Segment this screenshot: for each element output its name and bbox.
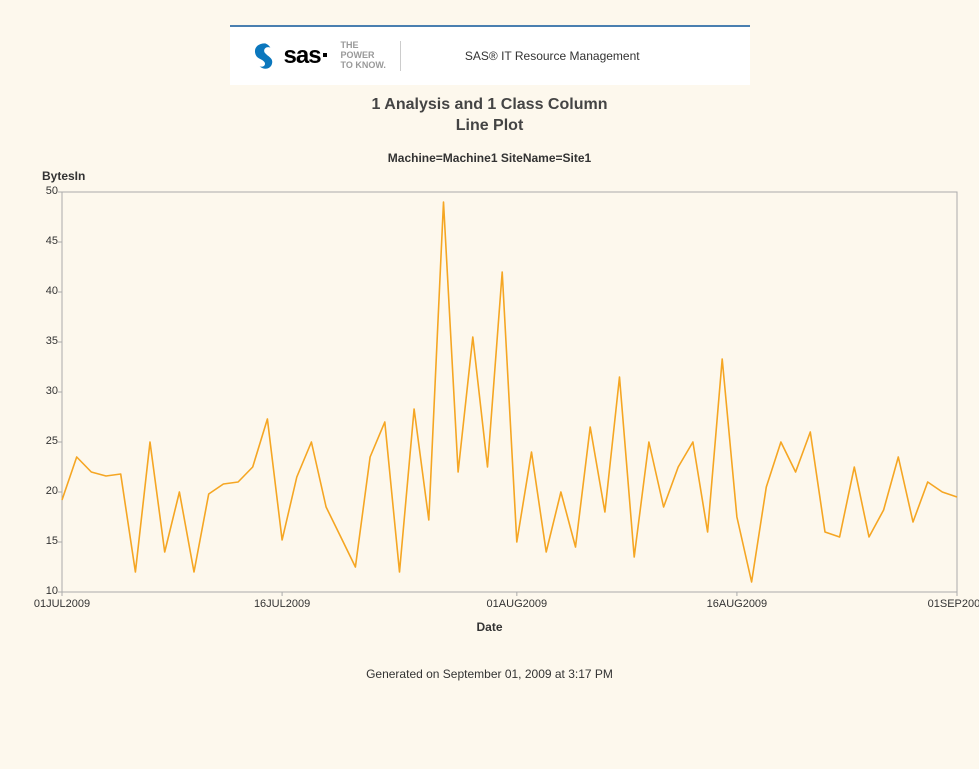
sas-wordmark: sas — [284, 42, 321, 70]
sas-tagline: THE POWER TO KNOW. — [341, 41, 386, 71]
y-axis-label: BytesIn — [42, 169, 85, 183]
sas-logo-block: sas THE POWER TO KNOW. — [250, 41, 401, 71]
title-block: 1 Analysis and 1 Class Column Line Plot … — [0, 95, 979, 165]
x-axis-label: Date — [12, 620, 967, 634]
footer-text: Generated on September 01, 2009 at 3:17 … — [0, 667, 979, 681]
chart-title-line1: 1 Analysis and 1 Class Column — [0, 95, 979, 116]
chart-area: BytesIn 10152025303540455001JUL200916JUL… — [12, 187, 967, 637]
chart-subinfo: Machine=Machine1 SiteName=Site1 — [0, 151, 979, 165]
chart-title-line2: Line Plot — [0, 116, 979, 137]
series-line — [62, 202, 957, 582]
header-banner: sas THE POWER TO KNOW. SAS® IT Resource … — [230, 25, 750, 85]
sas-s-icon — [250, 41, 280, 71]
line-plot-svg — [12, 187, 967, 617]
app-title: SAS® IT Resource Management — [465, 49, 640, 63]
